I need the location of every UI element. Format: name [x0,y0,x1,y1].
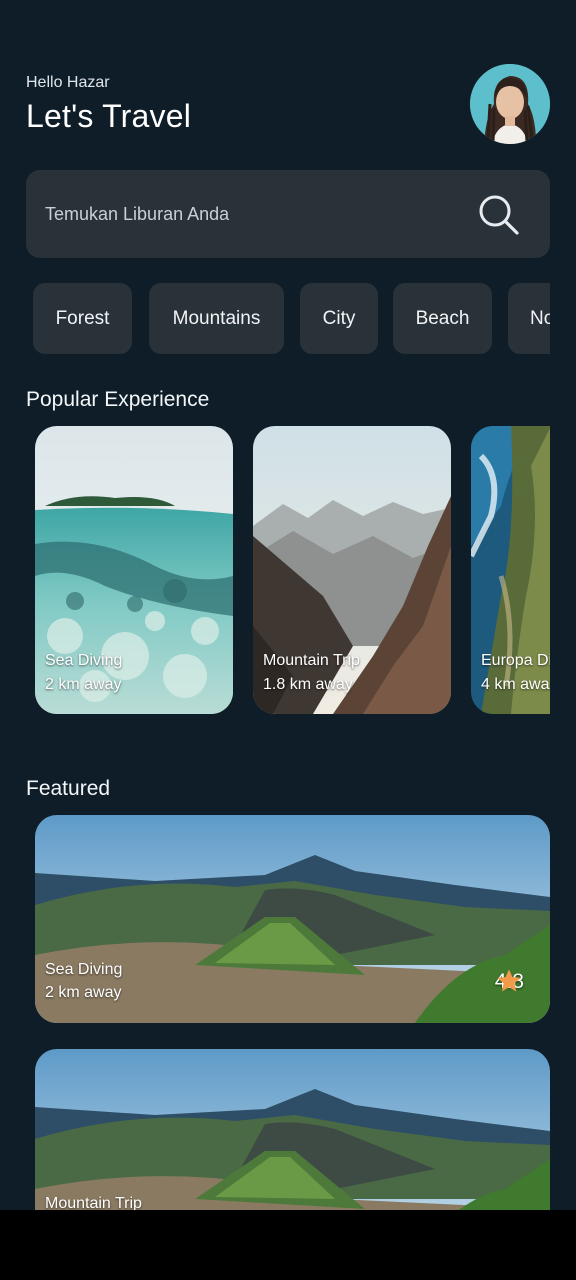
card-title: Europa Di [481,652,550,669]
category-chips: Forest Mountains City Beach No [33,283,550,355]
featured-card[interactable]: Sea Diving 2 km away 4.8 [35,815,550,1023]
chip-forest[interactable]: Forest [33,283,132,354]
card-distance: 2 km away [45,676,122,693]
card-distance: 4 km awa [481,676,550,693]
card-title: Sea Diving [45,961,123,978]
popular-card[interactable]: Mountain Trip 1.8 km away [253,426,451,714]
rating: 4.8 [495,967,524,997]
card-distance: 1.8 km away [263,676,353,693]
card-title: Sea Diving [45,652,123,669]
system-nav-bar [0,1210,576,1280]
avatar[interactable] [470,64,550,144]
featured-card[interactable]: Mountain Trip [35,1049,550,1210]
greeting-text: Hello Hazar [26,74,110,91]
page-title: Let's Travel [26,98,192,134]
card-title: Mountain Trip [45,1195,142,1210]
chip-beach[interactable]: Beach [393,283,492,354]
search-input[interactable]: Temukan Liburan Anda [45,204,229,225]
popular-card[interactable]: Europa Di 4 km awa [471,426,550,714]
bromo-image [35,1049,550,1210]
popular-carousel[interactable]: Sea Diving 2 km away Mountain Trip 1.8 k… [35,426,550,716]
sea-diving-image [35,426,233,714]
search-icon[interactable] [478,194,520,236]
popular-card[interactable]: Sea Diving 2 km away [35,426,233,714]
app-screen: Hello Hazar Let's Travel Temukan Liburan… [0,0,576,1210]
mountain-trip-image [253,426,451,714]
popular-section-title: Popular Experience [26,388,210,411]
europa-image [471,426,550,714]
star-icon [497,969,521,992]
chip-next[interactable]: No [508,283,550,354]
chip-mountains[interactable]: Mountains [149,283,284,354]
search-bar[interactable]: Temukan Liburan Anda [26,170,550,258]
chip-city[interactable]: City [300,283,378,354]
card-title: Mountain Trip [263,652,360,669]
featured-section-title: Featured [26,777,111,800]
card-distance: 2 km away [45,984,122,1001]
